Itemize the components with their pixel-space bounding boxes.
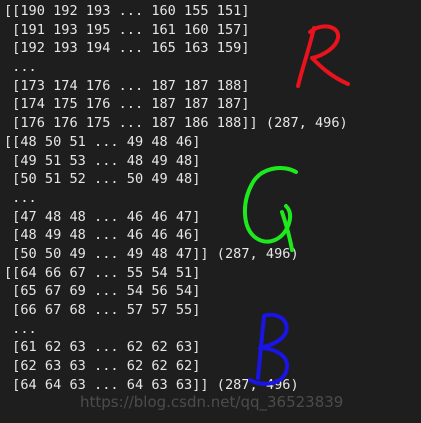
- output-line: [49 51 53 ... 48 49 48]: [4, 152, 201, 169]
- output-line: [50 51 52 ... 50 49 48]: [4, 171, 201, 188]
- output-line: [[48 50 51 ... 49 48 46]: [4, 133, 201, 150]
- output-line: [191 193 195 ... 161 160 157]: [4, 21, 250, 38]
- output-line: [[190 192 193 ... 160 155 151]: [4, 3, 250, 19]
- output-line: [66 67 68 ... 57 57 55]: [4, 302, 201, 318]
- output-line: [47 48 48 ... 46 46 47]: [4, 208, 201, 225]
- output-line: [[64 66 67 ... 55 54 51]: [4, 264, 201, 281]
- output-line: [176 176 175 ... 187 186 188]] (287, 496…: [4, 115, 348, 132]
- output-line: [62 63 63 ... 62 62 62]: [4, 358, 201, 375]
- output-line: [64 64 63 ... 64 63 63]] (287, 496): [4, 376, 299, 393]
- output-line: ...: [4, 189, 37, 206]
- output-line: ...: [4, 59, 37, 76]
- output-line: ...: [4, 320, 37, 337]
- output-line: [50 50 49 ... 49 48 47]] (287, 496): [4, 245, 299, 262]
- output-line: [173 174 176 ... 187 187 188]: [4, 77, 250, 94]
- output-line: [65 67 69 ... 54 56 54]: [4, 283, 201, 300]
- output-line: [48 49 48 ... 46 46 46]: [4, 227, 201, 244]
- output-line: [174 175 176 ... 187 187 187]: [4, 96, 250, 113]
- output-line: [192 193 194 ... 165 163 159]: [4, 40, 250, 57]
- watermark-text: https://blog.csdn.net/qq_36523839: [80, 393, 344, 411]
- console-output: [[190 192 193 ... 160 155 151] [191 193 …: [0, 0, 421, 423]
- output-line: [61 62 63 ... 62 62 63]: [4, 339, 201, 356]
